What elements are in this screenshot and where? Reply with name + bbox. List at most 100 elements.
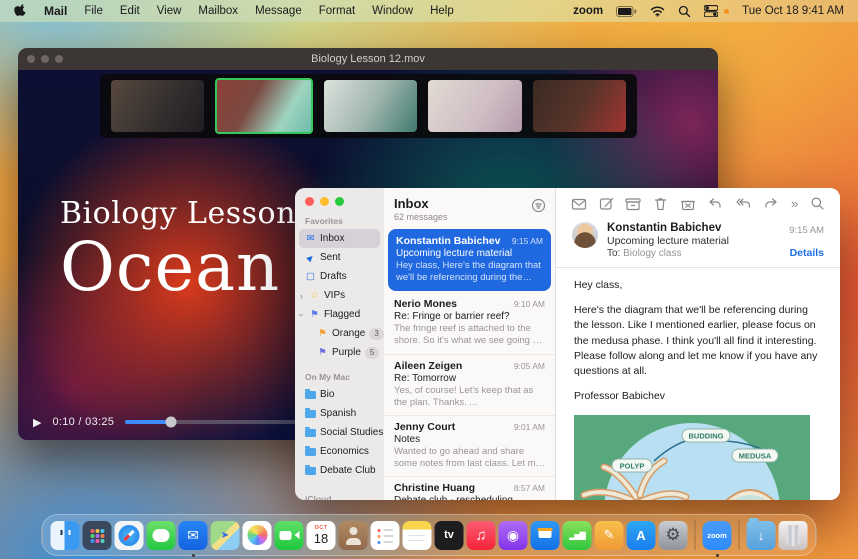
dock-reminders-icon[interactable] [371,521,400,550]
play-icon[interactable]: ▶ [33,416,41,429]
dock-calendar-icon[interactable]: OCT 18 [307,521,336,550]
sidebar-item-bio[interactable]: Bio [295,385,384,404]
control-center-icon[interactable] [704,5,718,17]
menu-item-format[interactable]: Format [319,5,355,17]
details-link[interactable]: Details [789,247,824,259]
body-signature: Professor Babichev [574,389,822,404]
dock-downloads-folder-icon[interactable]: ↓ [747,521,776,550]
sidebar-item-purple-flag[interactable]: ⚑ Purple 5 [295,343,384,362]
search-icon[interactable] [810,196,825,211]
menu-item-view[interactable]: View [157,5,182,17]
detail-subject: Upcoming lecture material [607,235,780,247]
dock-facetime-icon[interactable] [275,521,304,550]
message-subject: Re: Tomorrow [394,373,545,384]
dock-contacts-icon[interactable] [339,521,368,550]
participant-video-2-active-speaker[interactable] [215,78,312,134]
sidebar-item-flagged[interactable]: › ⚑ Flagged [295,305,384,324]
filter-icon[interactable] [531,198,546,218]
flag-icon: ⚑ [309,310,320,320]
zoom-button[interactable] [335,197,344,206]
mail-toolbar: » [556,188,840,218]
participant-video-4[interactable] [428,80,521,132]
seekbar-handle[interactable] [166,417,177,428]
dock-settings-icon[interactable]: ⚙ [659,521,688,550]
forward-icon[interactable] [763,196,779,210]
dock-maps-icon[interactable]: ➤ [211,521,240,550]
sidebar-item-drafts[interactable]: ▢ Drafts [295,267,384,286]
menu-item-help[interactable]: Help [430,5,454,17]
dock-zoom-icon[interactable]: zoom [703,521,732,550]
battery-icon[interactable] [616,6,637,17]
sidebar-item-inbox[interactable]: ✉ Inbox [299,229,380,248]
chevron-right-icon[interactable]: › [298,291,305,301]
reply-icon[interactable] [707,196,723,210]
dock-mail-icon[interactable]: ✉ [179,521,208,550]
seekbar-fill [125,420,171,424]
sidebar-item-label: Drafts [320,271,347,282]
calendar-day: 18 [314,532,328,545]
sidebar-item-sent[interactable]: ▶ Sent [295,248,384,267]
sidebar-item-orange-flag[interactable]: ⚑ Orange 3 [295,324,384,343]
message-subject: Re: Fringe or barrier reef? [394,311,545,322]
chevron-down-icon[interactable]: › [297,311,307,318]
zoom-status-item[interactable]: zoom [573,5,603,17]
menu-bar-clock[interactable]: Tue Oct 18 9:41 AM [742,5,844,17]
dock-numbers-icon[interactable]: ▂▅▇ [563,521,592,550]
sidebar-item-economics[interactable]: Economics [295,442,384,461]
reply-all-icon[interactable] [735,196,752,210]
dock-trash-icon[interactable] [779,521,808,550]
apple-menu-icon[interactable] [14,4,27,19]
mail-traffic-lights [295,197,384,206]
dock-notes-icon[interactable] [403,521,432,550]
menu-item-file[interactable]: File [84,5,103,17]
sidebar-item-label: VIPs [324,290,345,301]
sidebar-item-vips[interactable]: › ☆ VIPs [295,286,384,305]
window-traffic-lights[interactable] [27,55,63,63]
video-window-titlebar[interactable]: Biology Lesson 12.mov [18,48,718,70]
message-sender: Nerio Mones [394,298,457,310]
dock-finder-icon[interactable] [51,521,80,550]
menu-item-mailbox[interactable]: Mailbox [198,5,238,17]
menu-item-message[interactable]: Message [255,5,302,17]
participant-video-1[interactable] [111,80,204,132]
sidebar-item-debate-club[interactable]: Debate Club [295,461,384,480]
video-time-display: 0:10 / 03:25 [52,416,114,428]
message-row[interactable]: Jenny Court9:01 AM Notes Wanted to go ah… [384,416,555,477]
dock-photos-icon[interactable] [243,521,272,550]
menu-app-name[interactable]: Mail [44,4,67,18]
junk-icon[interactable] [680,196,696,211]
message-row[interactable]: Christine Huang8:57 AM Debate club - res… [384,477,555,500]
compose-icon[interactable] [599,196,614,211]
get-mail-icon[interactable] [571,196,587,211]
participant-video-3[interactable] [324,80,417,132]
dock-appstore-icon[interactable]: A [627,521,656,550]
folder-icon [305,391,316,399]
download-arrow-icon: ↓ [758,528,765,543]
message-row[interactable]: Aileen Zeigen9:05 AM Re: Tomorrow Yes, o… [384,355,555,416]
trash-icon[interactable] [653,196,668,211]
dock-keynote-icon[interactable] [531,521,560,550]
sidebar-item-label: Bio [320,389,334,400]
icloud-section-label[interactable]: iCloud [295,480,384,500]
minimize-button[interactable] [320,197,329,206]
wifi-icon[interactable] [650,6,665,17]
participant-video-5[interactable] [533,80,626,132]
more-toolbar-icon[interactable]: » [791,197,798,210]
sidebar-item-spanish[interactable]: Spanish [295,404,384,423]
message-row-selected[interactable]: Konstantin Babichev9:15 AM Upcoming lect… [388,229,551,291]
menu-item-edit[interactable]: Edit [120,5,140,17]
menu-item-window[interactable]: Window [372,5,413,17]
archive-icon[interactable] [625,196,641,211]
dock-appletv-icon[interactable]: tv [435,521,464,550]
message-time: 8:57 AM [514,483,545,493]
dock-podcasts-icon[interactable]: ◉ [499,521,528,550]
dock-launchpad-icon[interactable] [83,521,112,550]
sidebar-item-social-studies[interactable]: Social Studies [295,423,384,442]
spotlight-search-icon[interactable] [678,5,691,18]
dock-music-icon[interactable]: ♫ [467,521,496,550]
close-button[interactable] [305,197,314,206]
dock-pages-icon[interactable]: ✎ [595,521,624,550]
message-row[interactable]: Nerio Mones9:10 AM Re: Fringe or barrier… [384,293,555,354]
dock-safari-icon[interactable] [115,521,144,550]
dock-messages-icon[interactable] [147,521,176,550]
